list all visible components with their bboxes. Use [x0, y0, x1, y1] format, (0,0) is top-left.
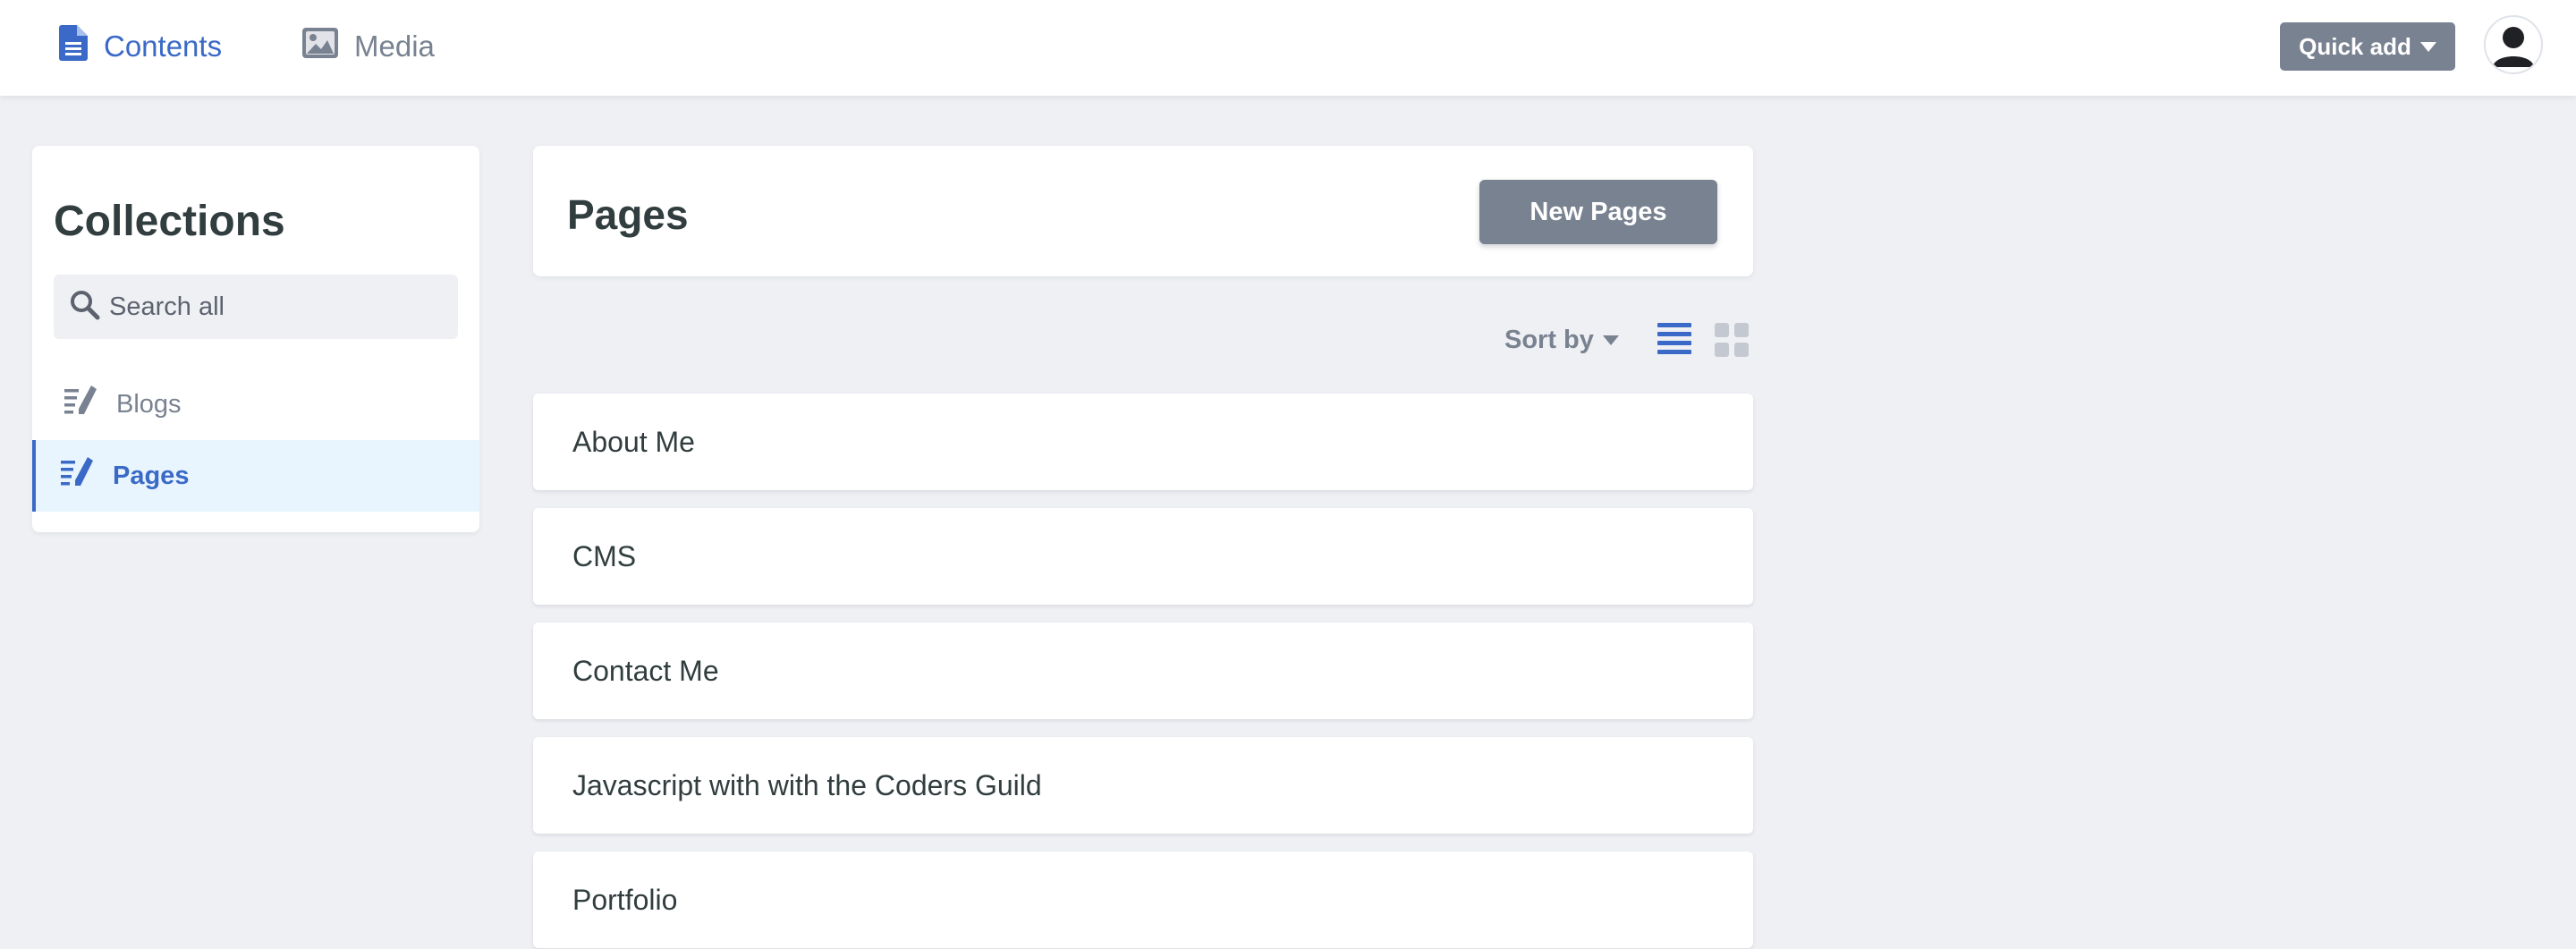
entry-title: Contact Me: [572, 654, 719, 687]
search-icon: [70, 290, 100, 325]
quick-add-label: Quick add: [2299, 32, 2411, 60]
list-item[interactable]: Portfolio: [533, 852, 1753, 948]
image-icon: [302, 28, 338, 65]
nav-contents-link[interactable]: Contents: [59, 23, 222, 70]
list-item[interactable]: CMS: [533, 508, 1753, 605]
entry-title: Javascript with with the Coders Guild: [572, 768, 1042, 801]
list-view-icon[interactable]: [1657, 322, 1691, 362]
sort-by-dropdown[interactable]: Sort by: [1504, 322, 1619, 358]
page-title: Pages: [567, 191, 689, 238]
user-avatar-icon[interactable]: [2484, 15, 2543, 74]
entry-title: CMS: [572, 539, 637, 572]
nav-media-link[interactable]: Media: [302, 23, 435, 70]
collection-header: Pages New Pages: [533, 146, 1753, 276]
sidebar-item-pages[interactable]: Pages: [32, 440, 479, 512]
list-item[interactable]: Javascript with with the Coders Guild: [533, 737, 1753, 834]
document-icon: [59, 25, 88, 68]
sidebar-title: Collections: [54, 198, 285, 245]
entry-title: About Me: [572, 425, 695, 458]
search-input[interactable]: [109, 292, 449, 322]
sidebar-item-blogs[interactable]: Blogs: [32, 369, 479, 440]
grid-view-icon[interactable]: [1715, 323, 1750, 363]
sidebar-item-pages-label: Pages: [113, 461, 190, 490]
collections-sidebar: Collections Blogs: [32, 146, 479, 532]
new-pages-button[interactable]: New Pages: [1479, 180, 1717, 244]
caret-down-icon: [2419, 41, 2436, 52]
list-item[interactable]: Contact Me: [533, 623, 1753, 719]
sidebar-item-blogs-label: Blogs: [116, 389, 182, 419]
search-box: [54, 275, 458, 339]
top-bar: Contents Media Quick add: [0, 0, 2576, 96]
nav-media-label: Media: [354, 30, 435, 63]
quick-add-button[interactable]: Quick add: [2280, 22, 2455, 71]
nav-contents-label: Contents: [104, 30, 223, 63]
sort-by-label: Sort by: [1504, 325, 1594, 354]
list-item[interactable]: About Me: [533, 394, 1753, 490]
collection-pen-icon: [64, 386, 97, 423]
collection-pen-icon: [61, 457, 93, 495]
entry-title: Portfolio: [572, 883, 678, 916]
caret-down-icon: [1602, 335, 1619, 345]
